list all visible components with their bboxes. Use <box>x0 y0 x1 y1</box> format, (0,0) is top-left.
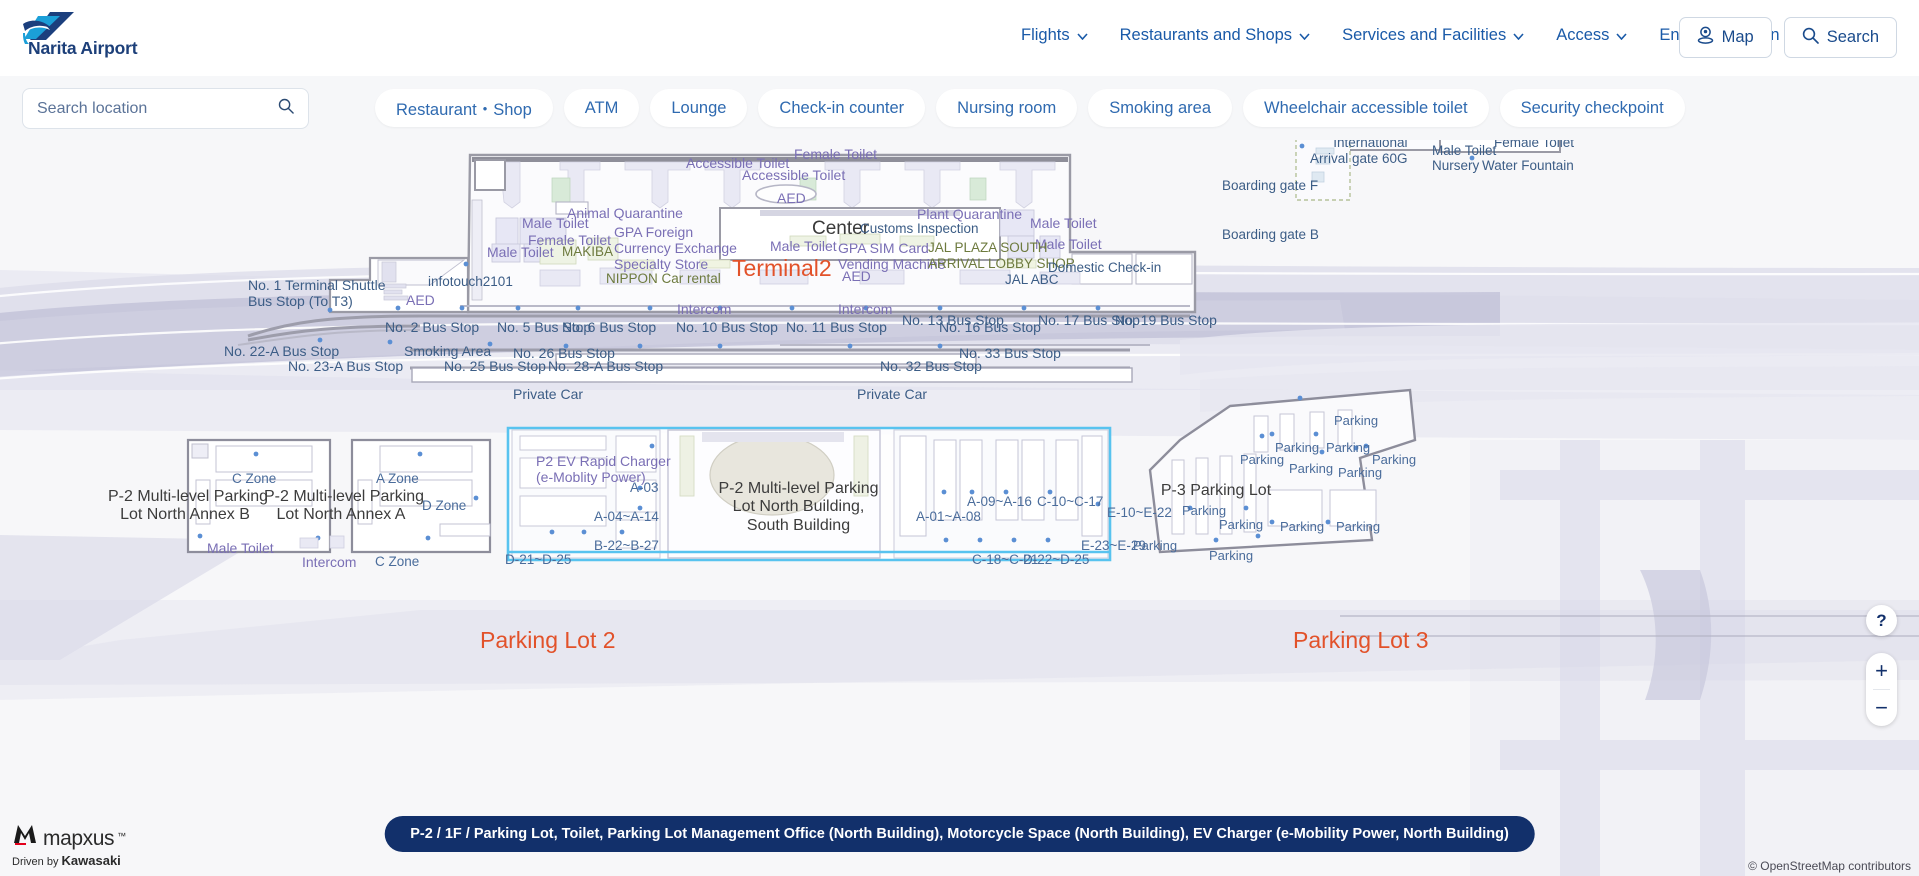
help-button[interactable]: ? <box>1866 605 1897 636</box>
chevron-down-icon <box>1299 33 1310 40</box>
zoom-out-button[interactable]: − <box>1866 690 1897 726</box>
mapxus-wordmark: mapxus <box>43 827 115 850</box>
search-icon <box>1802 27 1819 49</box>
site-logo[interactable]: Narita Airport <box>22 10 152 66</box>
nav-item-services-and-facilities[interactable]: Services and Facilities <box>1326 22 1540 49</box>
chip-check-in-counter[interactable]: Check-in counter <box>758 89 926 127</box>
chip-lounge[interactable]: Lounge <box>650 89 748 127</box>
search-icon[interactable] <box>278 98 294 119</box>
chevron-down-icon <box>1077 33 1088 40</box>
nav-label: Flights <box>1021 26 1070 44</box>
nav-item-restaurants-and-shops[interactable]: Restaurants and Shops <box>1104 22 1326 49</box>
map-geometry <box>0 140 1919 876</box>
nav-item-access[interactable]: Access <box>1540 22 1643 49</box>
filter-chips: Restaurant・Shop ATM Lounge Check-in coun… <box>375 89 1685 127</box>
site-header: Narita Airport Flights Restaurants and S… <box>0 0 1919 76</box>
map-button-label: Map <box>1721 28 1754 46</box>
osm-attribution: © OpenStreetMap contributors <box>1748 859 1911 873</box>
mapxus-logo[interactable]: mapxus ™ Driven by Kawasaki <box>12 822 128 868</box>
chevron-down-icon <box>1616 33 1628 40</box>
chip-security-checkpoint[interactable]: Security checkpoint <box>1499 89 1685 127</box>
map-button[interactable]: Map <box>1678 17 1772 58</box>
logo-text: Narita Airport <box>28 38 138 58</box>
header-buttons: Map Search <box>1678 17 1897 58</box>
chip-restaurant-shop[interactable]: Restaurant・Shop <box>375 89 553 127</box>
search-button-label: Search <box>1826 28 1879 46</box>
status-bar: P-2 / 1F / Parking Lot, Toilet, Parking … <box>384 816 1535 852</box>
nav-label: Access <box>1556 26 1610 44</box>
mapxus-tagline-brand: Kawasaki <box>61 853 121 868</box>
chip-atm[interactable]: ATM <box>563 89 640 127</box>
nav-item-flights[interactable]: Flights <box>1005 22 1104 49</box>
zoom-controls: + − <box>1866 653 1897 726</box>
search-input[interactable] <box>37 99 278 118</box>
chip-smoking-area[interactable]: Smoking area <box>1088 89 1233 127</box>
chip-nursing-room[interactable]: Nursing room <box>936 89 1078 127</box>
mapxus-tagline-prefix: Driven by <box>12 856 59 868</box>
page-root: Narita Airport Flights Restaurants and S… <box>0 0 1919 876</box>
mapxus-tm: ™ <box>117 831 127 841</box>
search-button[interactable]: Search <box>1783 17 1897 58</box>
mapxus-tagline: Driven by Kawasaki <box>12 853 128 868</box>
map-toolbar: Restaurant・Shop ATM Lounge Check-in coun… <box>0 76 1919 140</box>
zoom-in-button[interactable]: + <box>1866 653 1897 689</box>
nav-label: Restaurants and Shops <box>1119 26 1293 44</box>
mapxus-mark-icon <box>12 822 38 851</box>
nav-label: Services and Facilities <box>1342 26 1507 44</box>
chip-wheelchair-accessible-toilet[interactable]: Wheelchair accessible toilet <box>1243 89 1489 127</box>
search-location-box[interactable] <box>22 88 309 129</box>
chevron-down-icon <box>1513 33 1524 40</box>
map-canvas[interactable]: Terminal2 Parking Lot 2 Parking Lot 3 P-2 M… <box>0 140 1919 876</box>
map-pin-icon <box>1697 26 1714 49</box>
